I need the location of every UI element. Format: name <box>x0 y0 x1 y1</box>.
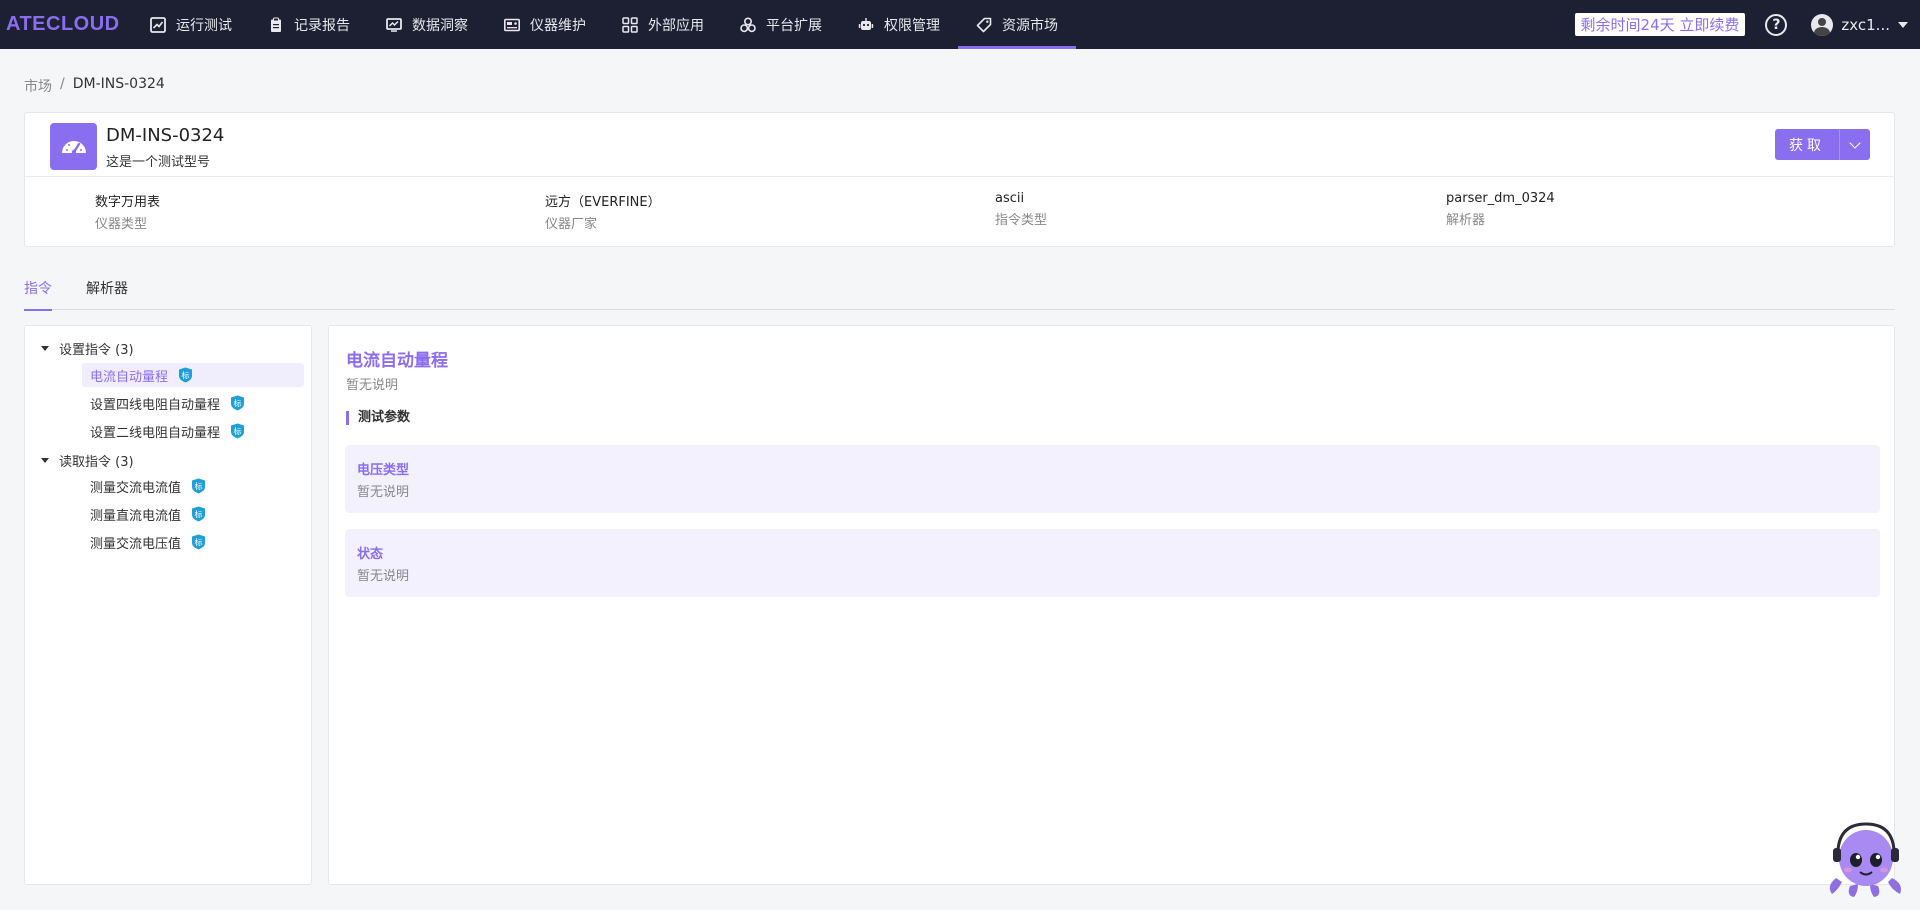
breadcrumb-separator: / <box>60 76 65 92</box>
standard-badge-icon: 标 <box>231 423 245 439</box>
help-icon[interactable]: ? <box>1765 13 1788 36</box>
top-navbar: ATECLOUD 运行测试 记录报告 数据洞察 仪器维护 外部应用 平台扩展 权… <box>0 0 1920 49</box>
tree-item[interactable]: 设置二线电阻自动量程 标 <box>82 419 253 443</box>
get-button[interactable]: 获取 <box>1775 129 1870 160</box>
grid-apps-icon <box>622 16 638 33</box>
tab-parser[interactable]: 解析器 <box>86 272 128 310</box>
breadcrumb-market-link[interactable]: 市场 <box>24 76 52 96</box>
breadcrumb: 市场 / DM-INS-0324 <box>24 76 165 96</box>
section-title-test-params: 测试参数 <box>346 411 410 425</box>
command-tree: 设置指令 (3) 电流自动量程 标 设置四线电阻自动量程 标 设置二线电阻自动量… <box>24 325 312 885</box>
user-menu[interactable]: zxc1... <box>1811 13 1908 36</box>
app-logo[interactable]: ATECLOUD <box>0 13 132 36</box>
svg-text:标: 标 <box>234 426 242 436</box>
nav-item-record-report[interactable]: 记录报告 <box>250 0 368 49</box>
chevron-down-icon <box>1849 136 1861 149</box>
param-description: 暂无说明 <box>357 569 410 584</box>
instrument-info-card: DM-INS-0324 这是一个测试型号 获取 数字万用表 仪器类型 远方（EV… <box>24 112 1895 247</box>
param-card: 状态 暂无说明 <box>345 529 1880 597</box>
instrument-icon <box>504 18 520 31</box>
renew-button[interactable]: 剩余时间24天 立即续费 <box>1574 13 1746 36</box>
field-manufacturer: 远方（EVERFINE） 仪器厂家 <box>545 195 661 232</box>
svg-text:标: 标 <box>195 481 203 491</box>
caret-down-icon[interactable] <box>41 346 49 351</box>
caret-down-icon[interactable] <box>41 458 49 463</box>
tree-item[interactable]: 测量直流电流值 标 <box>82 502 214 526</box>
field-instrument-type: 数字万用表 仪器类型 <box>95 195 161 232</box>
chart-line-icon <box>150 16 166 33</box>
field-parser: parser_dm_0324 解析器 <box>1446 191 1555 228</box>
gauge-icon <box>50 123 97 170</box>
get-dropdown-toggle[interactable] <box>1840 129 1870 160</box>
avatar <box>1811 13 1834 36</box>
command-title: 电流自动量程 <box>346 351 448 371</box>
cluster-icon <box>740 16 756 32</box>
topbar-right: 剩余时间24天 立即续费 ? zxc1... <box>1574 0 1920 49</box>
standard-badge-icon: 标 <box>231 395 245 411</box>
standard-badge-icon: 标 <box>192 534 206 550</box>
param-name: 电压类型 <box>357 463 410 478</box>
param-card: 电压类型 暂无说明 <box>345 445 1880 513</box>
robot-icon <box>858 17 874 30</box>
main-nav: 运行测试 记录报告 数据洞察 仪器维护 外部应用 平台扩展 权限管理 资源市场 <box>132 0 1076 49</box>
assistant-mascot-icon[interactable] <box>1822 820 1910 898</box>
tree-item[interactable]: 测量交流电压值 标 <box>82 530 214 554</box>
tree-group-set-commands[interactable]: 设置指令 (3) <box>41 339 134 358</box>
svg-text:标: 标 <box>195 509 203 519</box>
nav-item-data-insight[interactable]: 数据洞察 <box>368 0 486 49</box>
command-detail: 电流自动量程 暂无说明 测试参数 电压类型 暂无说明 状态 暂无说明 <box>328 325 1895 885</box>
standard-badge-icon: 标 <box>192 506 206 522</box>
instrument-subtitle: 这是一个测试型号 <box>106 155 211 170</box>
tag-icon <box>976 17 992 32</box>
nav-item-instrument-maintenance[interactable]: 仪器维护 <box>486 0 604 49</box>
standard-badge-icon: 标 <box>179 367 193 383</box>
nav-item-platform-extension[interactable]: 平台扩展 <box>722 0 840 49</box>
instrument-header: DM-INS-0324 这是一个测试型号 获取 <box>25 113 1894 177</box>
field-command-type: ascii 指令类型 <box>995 191 1048 228</box>
get-button-label[interactable]: 获取 <box>1775 129 1840 160</box>
nav-item-external-apps[interactable]: 外部应用 <box>604 0 722 49</box>
tree-item[interactable]: 测量交流电流值 标 <box>82 474 214 498</box>
breadcrumb-current: DM-INS-0324 <box>72 76 165 92</box>
svg-text:标: 标 <box>195 537 203 547</box>
tree-group-read-commands[interactable]: 读取指令 (3) <box>41 451 134 470</box>
chevron-down-icon <box>1898 21 1908 28</box>
tab-commands[interactable]: 指令 <box>24 272 52 311</box>
monitor-icon <box>386 17 402 32</box>
nav-item-resource-market[interactable]: 资源市场 <box>958 0 1076 49</box>
tree-item[interactable]: 设置四线电阻自动量程 标 <box>82 391 253 415</box>
standard-badge-icon: 标 <box>192 478 206 494</box>
param-description: 暂无说明 <box>357 485 410 500</box>
svg-text:标: 标 <box>234 398 242 408</box>
detail-tabs: 指令 解析器 <box>24 272 1895 311</box>
param-name: 状态 <box>357 547 384 562</box>
user-name: zxc1... <box>1841 15 1890 34</box>
nav-item-permission-management[interactable]: 权限管理 <box>840 0 958 49</box>
clipboard-icon <box>271 17 281 32</box>
command-description: 暂无说明 <box>346 378 399 393</box>
tree-item[interactable]: 电流自动量程 标 <box>82 363 304 387</box>
nav-item-run-test[interactable]: 运行测试 <box>132 0 250 49</box>
instrument-name: DM-INS-0324 <box>106 125 225 146</box>
svg-text:标: 标 <box>182 370 190 380</box>
